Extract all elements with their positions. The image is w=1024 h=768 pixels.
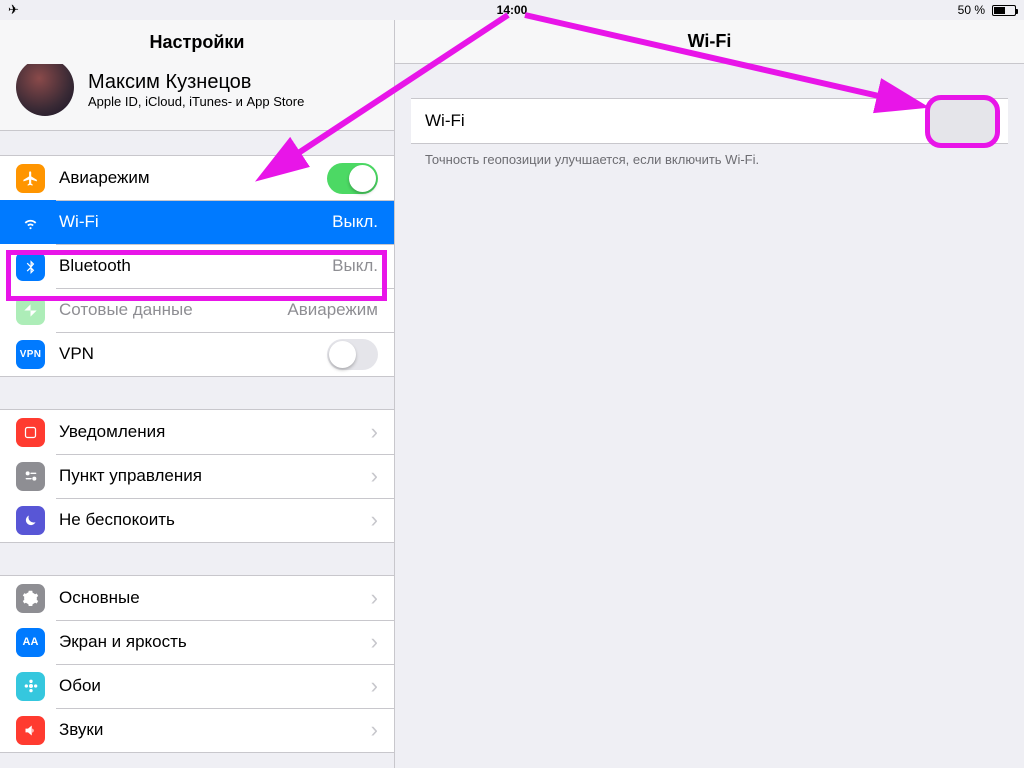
annotation-arrows bbox=[0, 0, 1024, 768]
